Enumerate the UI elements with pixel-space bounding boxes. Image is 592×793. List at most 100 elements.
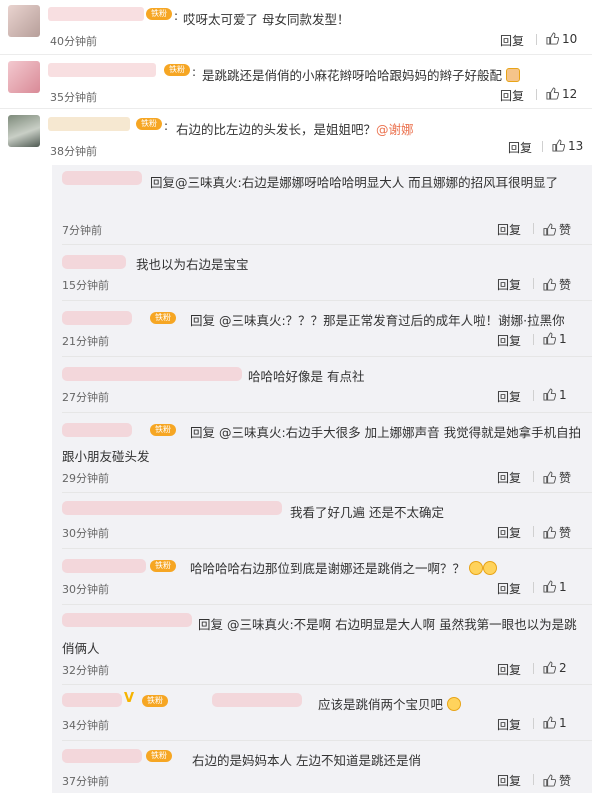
like-button[interactable]: 1 — [543, 332, 567, 346]
username-blurred[interactable] — [48, 7, 144, 21]
reply-button[interactable]: 回复 — [500, 32, 524, 49]
reply-item: 铁粉 回复 @三味真火:右边手大很多 加上娜娜声音 我觉得就是她拿手机自拍跟小朋… — [52, 415, 592, 489]
divider — [62, 300, 592, 301]
reply-button[interactable]: 回复 — [508, 139, 532, 156]
username-blurred[interactable] — [48, 117, 130, 131]
reply-button[interactable]: 回复 — [497, 580, 521, 597]
divider — [62, 548, 592, 549]
thumbs-up-icon — [543, 661, 556, 674]
thumbs-up-icon — [543, 716, 556, 729]
reply-time: 15分钟前 — [62, 279, 109, 292]
thumbs-up-icon — [543, 471, 556, 484]
comment-text: 是跳跳还是俏俏的小麻花辫呀哈哈跟妈妈的辫子好般配 — [202, 65, 520, 84]
avatar[interactable] — [8, 115, 40, 147]
reply-time: 34分钟前 — [62, 719, 109, 732]
like-count: 赞 — [559, 278, 572, 292]
reply-button[interactable]: 回复 — [497, 661, 521, 678]
username-blurred[interactable] — [48, 63, 156, 77]
divider — [533, 774, 534, 785]
reply-text-body: 哈哈哈好像是 有点社 — [248, 369, 365, 384]
colon: : — [164, 119, 169, 133]
reply-button[interactable]: 回复 — [497, 221, 521, 238]
like-count: 赞 — [559, 774, 572, 788]
divider — [533, 334, 534, 345]
reply-button[interactable]: 回复 — [497, 469, 521, 486]
like-button[interactable]: 赞 — [543, 524, 571, 541]
like-button[interactable]: 赞 — [543, 221, 571, 238]
colon: : — [192, 65, 197, 79]
like-count: 赞 — [559, 223, 572, 237]
divider — [542, 141, 543, 152]
divider — [62, 412, 592, 413]
reply-text-body: 应该是跳俏两个宝贝吧 — [318, 697, 444, 712]
fan-badge: 铁粉 — [164, 64, 190, 76]
like-button[interactable]: 2 — [543, 661, 567, 675]
divider — [62, 684, 592, 685]
like-button[interactable]: 12 — [546, 87, 577, 101]
reply-time: 32分钟前 — [62, 664, 109, 677]
reply-button[interactable]: 回复 — [497, 716, 521, 733]
comment-time: 38分钟前 — [50, 145, 97, 158]
reply-item: 哈哈哈好像是 有点社 27分钟前 回复 1 — [52, 359, 592, 409]
comment-item: 铁粉 : 右边的比左边的头发长，是姐姐吧？@谢娜 38分钟前 回复 13 — [0, 112, 592, 168]
like-button[interactable]: 1 — [543, 716, 567, 730]
like-button[interactable]: 13 — [552, 139, 583, 153]
avatar[interactable] — [8, 61, 40, 93]
reply-time: 30分钟前 — [62, 527, 109, 540]
comment-time: 35分钟前 — [50, 91, 97, 104]
comment-time: 40分钟前 — [50, 35, 97, 48]
reply-text: 哈哈哈哈右边那位到底是谢娜还是跳俏之一啊？？ — [62, 557, 582, 581]
divider — [62, 492, 592, 493]
thumbs-up-icon — [543, 332, 556, 345]
divider — [533, 278, 534, 289]
like-count: 1 — [559, 580, 567, 594]
reply-time: 7分钟前 — [62, 224, 102, 237]
comment-text: 哎呀太可爱了 母女同款发型！ — [183, 12, 350, 27]
like-count: 1 — [559, 388, 567, 402]
reply-text-body: 哈哈哈哈右边那位到底是谢娜还是跳俏之一啊？？ — [190, 561, 466, 576]
reply-text: 回复@三味真火:右边是娜娜呀哈哈哈明显大人 而且娜娜的招风耳很明显了 — [62, 171, 582, 195]
laugh-emoji-icon — [447, 697, 461, 711]
like-button[interactable]: 赞 — [543, 772, 571, 789]
comment-text: 右边的比左边的头发长，是姐姐吧？@谢娜 — [176, 119, 414, 138]
mention-link[interactable]: @谢娜 — [376, 122, 414, 137]
reply-text-body: 回复 @三味真火:不是啊 右边明显是大人啊 虽然我第一眼也以为是跳俏俩人 — [62, 617, 577, 656]
reply-text-body: 右边的是妈妈本人 左边不知道是跳还是俏 — [192, 753, 421, 768]
like-count: 12 — [562, 87, 578, 101]
like-button[interactable]: 10 — [546, 32, 577, 46]
reply-button[interactable]: 回复 — [497, 388, 521, 405]
divider — [62, 604, 592, 605]
reply-text: 回复 @三味真火:不是啊 右边明显是大人啊 虽然我第一眼也以为是跳俏俩人 — [62, 613, 582, 661]
reply-thread: 回复@三味真火:右边是娜娜呀哈哈哈明显大人 而且娜娜的招风耳很明显了 7分钟前 … — [52, 165, 592, 793]
like-count: 赞 — [559, 471, 572, 485]
thumbs-up-icon — [546, 87, 559, 100]
avatar[interactable] — [8, 5, 40, 37]
reply-button[interactable]: 回复 — [497, 772, 521, 789]
reply-item: 回复@三味真火:右边是娜娜呀哈哈哈明显大人 而且娜娜的招风耳很明显了 7分钟前 … — [52, 165, 592, 239]
reply-item: 铁粉 回复 @三味真火:？？？那是正常发育过后的成年人啦！谢娜·拉黑你 21分钟… — [52, 303, 592, 353]
fan-badge: 铁粉 — [136, 118, 162, 130]
divider — [62, 356, 592, 357]
reply-text: 我看了好几遍 还是不太确定 — [62, 501, 582, 525]
reply-time: 30分钟前 — [62, 583, 109, 596]
reply-button[interactable]: 回复 — [500, 87, 524, 104]
like-button[interactable]: 1 — [543, 580, 567, 594]
reply-button[interactable]: 回复 — [497, 332, 521, 349]
like-button[interactable]: 赞 — [543, 276, 571, 293]
like-button[interactable]: 赞 — [543, 469, 571, 486]
reply-text-body: 回复 @三味真火:右边手大很多 加上娜娜声音 我觉得就是她拿手机自拍跟小朋友碰头… — [62, 425, 582, 464]
reply-time: 29分钟前 — [62, 472, 109, 485]
comment-item: 铁粉 : 哎呀太可爱了 母女同款发型！ 40分钟前 回复 10 — [0, 2, 592, 58]
divider — [533, 223, 534, 234]
like-button[interactable]: 1 — [543, 388, 567, 402]
divider — [536, 89, 537, 100]
divider — [0, 54, 592, 55]
reply-button[interactable]: 回复 — [497, 524, 521, 541]
like-count: 13 — [568, 139, 584, 153]
thumbs-up-icon — [543, 223, 556, 236]
comment-item: 铁粉 : 是跳跳还是俏俏的小麻花辫呀哈哈跟妈妈的辫子好般配 35分钟前 回复 1… — [0, 58, 592, 114]
thumbs-up-icon — [543, 388, 556, 401]
reply-button[interactable]: 回复 — [497, 276, 521, 293]
divider — [533, 582, 534, 593]
divider — [533, 718, 534, 729]
